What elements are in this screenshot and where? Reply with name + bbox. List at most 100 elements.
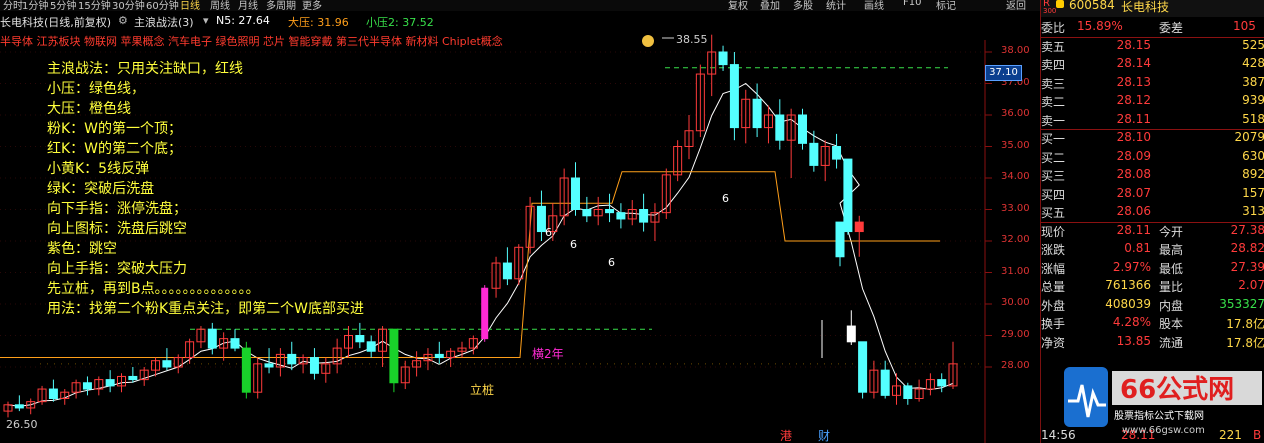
candle-body[interactable] [843, 158, 853, 233]
candle-body[interactable] [809, 142, 819, 166]
stat-label-2: 股本 [1159, 317, 1184, 331]
row-label: 卖二 [1041, 95, 1066, 109]
candle-body[interactable] [846, 325, 856, 343]
candle-body[interactable] [82, 382, 92, 390]
indicator-name[interactable]: 主浪战法(3) [134, 14, 194, 30]
period-toolbar: 分时 1分钟 5分钟 15分钟 30分钟 60分钟 日线 周线 月线 多周期 更多 复权 叠加 多股 统计 画… [0, 0, 1040, 11]
sell-row: 卖三 28.13 387 [1041, 75, 1264, 92]
thumb-up-icon [642, 35, 654, 47]
dropdown-icon[interactable]: ▾ [203, 14, 209, 27]
row-price: 28.07 [1116, 185, 1151, 200]
candle-body[interactable] [502, 262, 512, 280]
concept-tags: 半导体 江苏板块 物联网 苹果概念 汽车电子 绿色照明 芯片 智能穿戴 第三代半… [0, 35, 503, 48]
price-tick: 34.00 [1001, 171, 1030, 182]
candle-body[interactable] [241, 347, 251, 393]
candle-body[interactable] [287, 353, 297, 365]
row-volume: 939 [1242, 93, 1264, 107]
price-tick: 38.00 [1001, 45, 1030, 56]
stat-value-2: 353327 [1219, 296, 1264, 311]
candle-body[interactable] [903, 385, 913, 399]
candle-body[interactable] [832, 146, 842, 160]
price-tick: 31.00 [1001, 265, 1030, 277]
watermark-url: www.66gsw.com [1122, 425, 1205, 436]
row-volume: 157 [1242, 185, 1264, 200]
toolbar-button-5[interactable]: F10 [903, 0, 921, 8]
stat-label-2: 量比 [1159, 280, 1184, 294]
stat-value: 408039 [1105, 296, 1151, 311]
period-tab-2[interactable]: 5分钟 [50, 0, 76, 11]
stat-row: 换手 4.28% 股本 17.8亿 [1041, 315, 1264, 332]
row-price: 28.08 [1116, 167, 1151, 181]
sell-row: 卖一 28.11 518 [1041, 112, 1264, 129]
period-tab-10[interactable]: 更多 [302, 0, 322, 11]
period-tab-7[interactable]: 周线 [210, 0, 230, 11]
candle-body[interactable] [162, 360, 172, 368]
period-tab-9[interactable]: 多周期 [266, 0, 296, 11]
candle-body[interactable] [309, 357, 319, 374]
period-tab-3[interactable]: 15分钟 [78, 0, 111, 11]
candle-body[interactable] [128, 375, 138, 381]
stat-value-2: 17.8亿 [1226, 335, 1264, 350]
row-price: 28.06 [1116, 204, 1151, 218]
candle-body[interactable] [616, 212, 626, 220]
candle-body[interactable] [481, 287, 489, 340]
row-price: 28.11 [1116, 111, 1151, 126]
candle-body[interactable] [880, 369, 890, 396]
stat-value: 13.85 [1116, 333, 1151, 348]
candle-body[interactable] [14, 404, 24, 409]
period-tab-0[interactable]: 分时 [3, 0, 23, 11]
period-tab-5[interactable]: 60分钟 [146, 0, 179, 11]
toolbar-button-1[interactable]: 叠加 [760, 0, 780, 11]
toolbar-button-4[interactable]: 画线 [864, 0, 884, 11]
row-volume: 525 [1242, 37, 1264, 52]
toolbar-button-7[interactable]: 返回 [1006, 0, 1026, 11]
candle-body[interactable] [835, 221, 845, 258]
settings-icon[interactable]: ⚙ [118, 14, 128, 27]
toolbar-button-2[interactable]: 多股 [793, 0, 813, 11]
candle-body[interactable] [718, 51, 728, 66]
candle-body[interactable] [355, 335, 365, 343]
price-tick: 35.00 [1001, 139, 1030, 151]
legend-line-11: 先立桩，再到B点。。。。。。。。。。。。。。 [47, 281, 260, 297]
row-price: 28.15 [1116, 37, 1151, 52]
wc-label: 委差 [1159, 21, 1184, 35]
candle-body[interactable] [434, 353, 444, 359]
candle-body[interactable] [937, 379, 947, 387]
candle-body[interactable] [571, 177, 580, 210]
candle-body[interactable] [264, 363, 274, 368]
period-tab-4[interactable]: 30分钟 [112, 0, 145, 11]
period-tab-6[interactable]: 日线 [180, 0, 200, 11]
candle-body[interactable] [605, 209, 615, 214]
candle-body[interactable] [105, 379, 115, 387]
period-tab-1[interactable]: 1分钟 [22, 0, 48, 11]
six-label: 6 [608, 256, 615, 269]
toolbar-button-6[interactable]: 标记 [936, 0, 956, 11]
candle-body[interactable] [752, 98, 762, 129]
candle-body[interactable] [48, 388, 58, 399]
candle-body[interactable] [798, 114, 807, 144]
stat-row: 涨幅 2.97% 最低 27.39 [1041, 260, 1264, 277]
hk-marker: 港 [780, 429, 792, 443]
legend-line-8: 向上图标：洗盘后跳空 [47, 221, 187, 237]
legend-line-10: 向上手指：突破大压力 [47, 261, 187, 277]
candle-body[interactable] [207, 328, 217, 349]
panel-header: R 300 600584 长电科技 [1041, 0, 1264, 17]
row-volume: 630 [1242, 148, 1264, 163]
candle-body[interactable] [729, 64, 739, 129]
toolbar-button-0[interactable]: 复权 [728, 0, 748, 11]
period-tab-8[interactable]: 月线 [238, 0, 258, 11]
candle-body[interactable] [366, 341, 376, 352]
candle-body[interactable] [230, 338, 240, 349]
sell-row: 卖五 28.15 525 [1041, 38, 1264, 55]
candle-body[interactable] [858, 341, 868, 393]
candle-body[interactable] [389, 328, 399, 384]
price-tick: 36.00 [1001, 108, 1030, 119]
candle-body[interactable] [854, 221, 864, 233]
row-volume: 518 [1242, 111, 1264, 126]
watermark-logo-icon [1064, 367, 1108, 427]
toolbar-button-3[interactable]: 统计 [826, 0, 846, 11]
candle-body[interactable] [582, 209, 592, 217]
stat-value-2: 17.8亿 [1226, 317, 1264, 331]
candle-body[interactable] [775, 114, 785, 141]
candle-body[interactable] [639, 209, 649, 223]
